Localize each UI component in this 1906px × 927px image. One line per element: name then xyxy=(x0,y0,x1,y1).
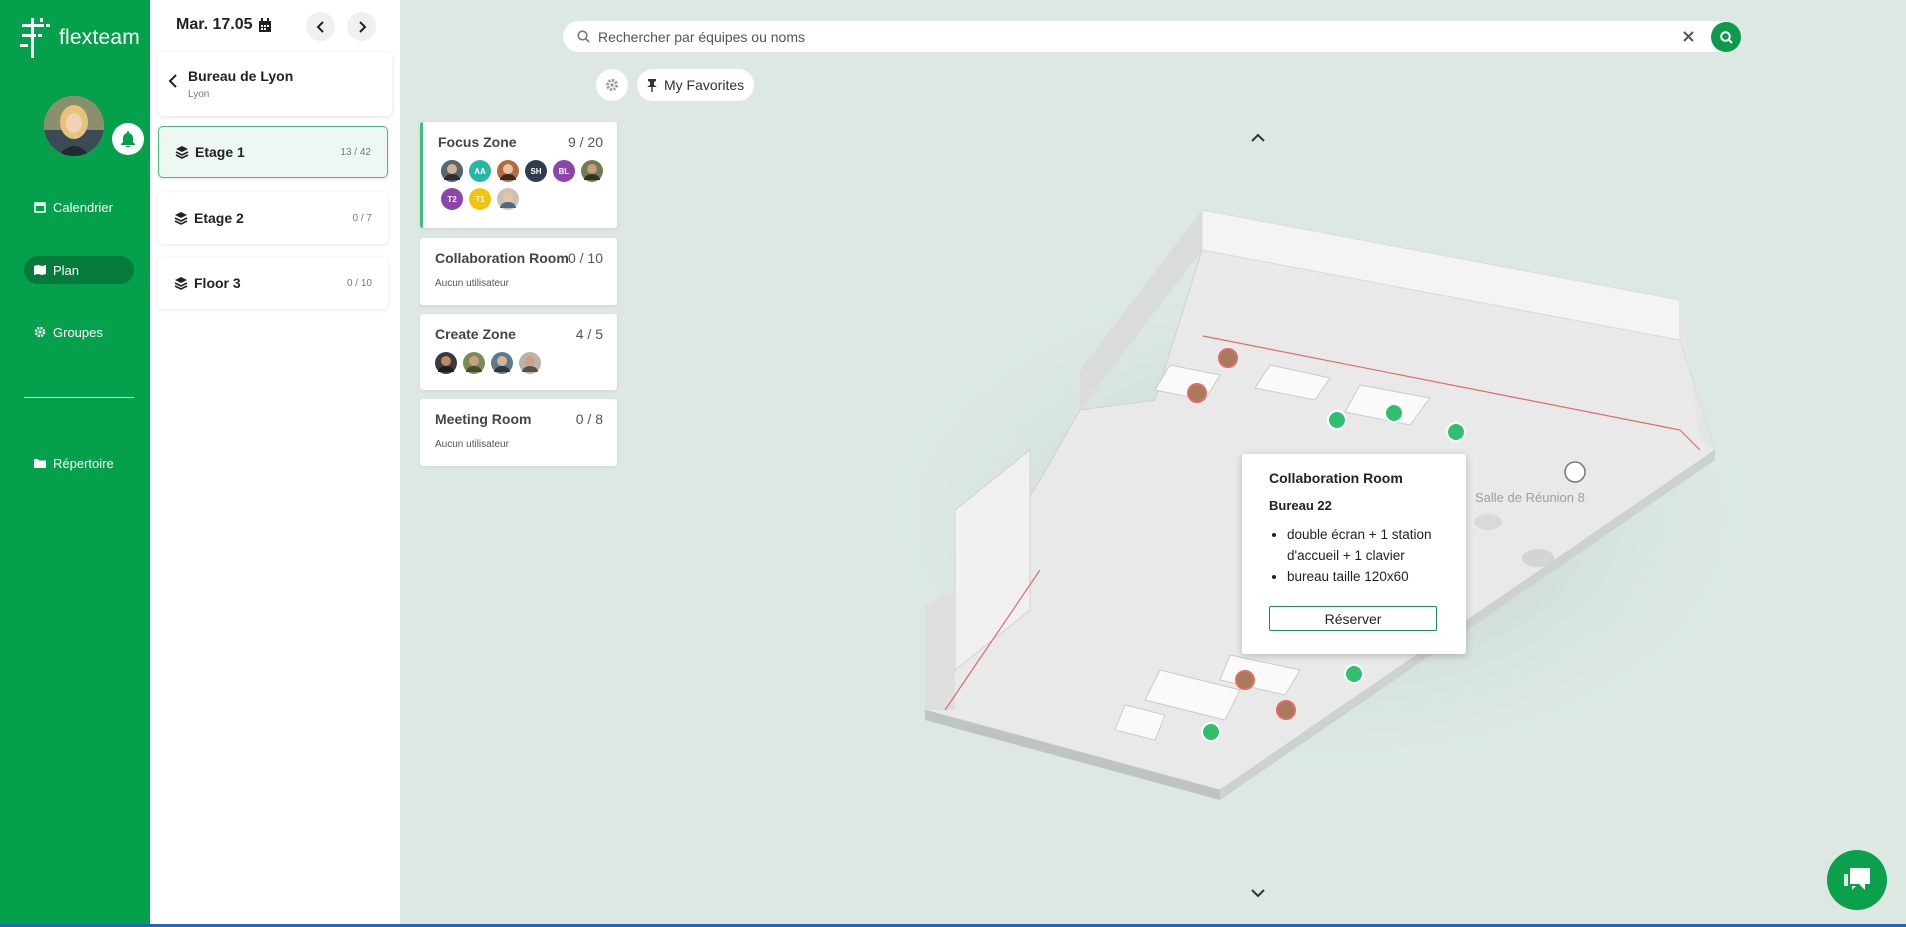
site-city: Lyon xyxy=(188,89,210,100)
search-icon xyxy=(1719,30,1733,44)
zone-count: 4 / 5 xyxy=(575,326,603,342)
back-arrow-icon[interactable] xyxy=(168,74,178,88)
floor-item-floor-3[interactable]: Floor 3 0 / 10 xyxy=(158,257,388,309)
reserve-button[interactable]: Réserver xyxy=(1269,606,1437,631)
layers-icon xyxy=(174,212,188,225)
nav-repertoire[interactable]: Répertoire xyxy=(24,449,134,477)
zone-name: Create Zone xyxy=(435,326,516,342)
floor-item-etage-1[interactable]: Etage 1 13 / 42 xyxy=(158,126,388,178)
settings-button[interactable] xyxy=(596,69,628,101)
clear-search-button[interactable] xyxy=(1683,31,1694,42)
pin-icon xyxy=(647,78,657,92)
floor-name: Floor 3 xyxy=(194,275,241,291)
zone-count: 0 / 8 xyxy=(575,411,603,427)
room-label: Salle de Réunion 8 xyxy=(1475,490,1585,505)
chevron-up-icon[interactable] xyxy=(1250,133,1266,143)
zone-count: 9 / 20 xyxy=(567,134,603,150)
avatar[interactable] xyxy=(441,160,463,182)
chat-button[interactable] xyxy=(1827,850,1887,910)
zone-card-meeting[interactable]: Meeting Room 0 / 8 Aucun utilisateur xyxy=(420,399,617,466)
search-input[interactable] xyxy=(598,28,1683,45)
calendar-icon xyxy=(34,202,46,213)
nav-groupes[interactable]: Groupes xyxy=(24,318,134,346)
layers-icon xyxy=(174,277,188,290)
nav-label: Calendrier xyxy=(53,199,113,215)
avatar[interactable] xyxy=(519,352,541,374)
calendar-icon[interactable] xyxy=(258,17,272,33)
sidebar: flexteam Calendrier Plan Groupes Réperto… xyxy=(0,0,150,927)
search-icon xyxy=(577,30,590,43)
favorites-button[interactable]: My Favorites xyxy=(637,69,755,101)
next-day-button[interactable] xyxy=(347,12,376,41)
favorites-label: My Favorites xyxy=(664,77,745,93)
popup-feature: double écran + 1 station d'accueil + 1 c… xyxy=(1287,524,1439,566)
chevron-right-icon xyxy=(358,20,366,33)
chat-icon xyxy=(1844,868,1870,890)
avatar[interactable] xyxy=(581,160,603,182)
chevron-left-icon xyxy=(316,20,324,33)
close-icon xyxy=(1683,31,1694,42)
zone-name: Focus Zone xyxy=(438,134,517,150)
bell-icon xyxy=(121,131,135,147)
nav-plan[interactable]: Plan xyxy=(24,256,134,284)
user-avatar[interactable] xyxy=(44,96,104,156)
logo[interactable]: flexteam xyxy=(20,18,140,58)
date-selector[interactable]: Mar. 17.05 xyxy=(176,16,272,34)
avatar[interactable] xyxy=(497,160,519,182)
zone-empty-text: Aucun utilisateur xyxy=(435,439,509,450)
floor-count: 0 / 7 xyxy=(352,212,372,224)
floor-count: 13 / 42 xyxy=(340,146,371,158)
popup-features: double écran + 1 station d'accueil + 1 c… xyxy=(1269,524,1439,587)
zone-card-create[interactable]: Create Zone 4 / 5 xyxy=(420,314,617,390)
zone-name: Collaboration Room xyxy=(435,250,569,266)
nav-calendrier[interactable]: Calendrier xyxy=(24,193,134,221)
avatar[interactable] xyxy=(497,188,519,210)
avatar[interactable]: SH xyxy=(525,160,547,182)
desk-popup: Collaboration Room Bureau 22 double écra… xyxy=(1242,454,1466,654)
nav-label: Plan xyxy=(53,262,80,278)
avatar[interactable]: T2 xyxy=(441,188,463,210)
avatar[interactable]: BL xyxy=(553,160,575,182)
avatar[interactable]: AA xyxy=(469,160,491,182)
logo-icon xyxy=(20,18,50,58)
nav-label: Répertoire xyxy=(53,455,114,471)
folder-icon xyxy=(34,459,46,468)
gear-icon xyxy=(606,79,618,91)
popup-title: Collaboration Room xyxy=(1269,470,1403,486)
notifications-button[interactable] xyxy=(112,123,144,155)
popup-desk: Bureau 22 xyxy=(1269,498,1332,513)
avatar[interactable] xyxy=(491,352,513,374)
search-submit-button[interactable] xyxy=(1711,22,1741,52)
prev-day-button[interactable] xyxy=(306,12,335,41)
avatar[interactable] xyxy=(463,352,485,374)
search-bar xyxy=(563,21,1741,52)
nav-label: Groupes xyxy=(53,324,103,340)
floor-item-etage-2[interactable]: Etage 2 0 / 7 xyxy=(158,192,388,244)
map-icon xyxy=(34,265,46,275)
floor-panel: Mar. 17.05 Bureau de Lyon Lyon Etage 1 1… xyxy=(150,0,400,927)
avatar[interactable]: T1 xyxy=(469,188,491,210)
app-name: flexteam xyxy=(59,26,140,49)
sidebar-divider xyxy=(24,397,134,398)
current-date: Mar. 17.05 xyxy=(176,16,253,33)
avatar[interactable] xyxy=(435,352,457,374)
zone-card-focus[interactable]: Focus Zone 9 / 20 AA SH BL T2 T1 xyxy=(420,122,617,228)
zone-empty-text: Aucun utilisateur xyxy=(435,278,509,289)
floor-name: Etage 1 xyxy=(195,144,245,160)
zone-name: Meeting Room xyxy=(435,411,532,427)
chevron-down-icon[interactable] xyxy=(1250,888,1266,898)
zone-count: 0 / 10 xyxy=(567,250,603,266)
layers-icon xyxy=(175,146,189,159)
popup-feature: bureau taille 120x60 xyxy=(1287,566,1439,587)
site-card: Bureau de Lyon Lyon xyxy=(158,52,392,116)
site-name: Bureau de Lyon xyxy=(188,68,294,84)
gear-icon xyxy=(34,326,46,338)
zone-card-collaboration[interactable]: Collaboration Room 0 / 10 Aucun utilisat… xyxy=(420,238,617,305)
floor-count: 0 / 10 xyxy=(346,277,372,289)
floor-name: Etage 2 xyxy=(194,210,244,226)
